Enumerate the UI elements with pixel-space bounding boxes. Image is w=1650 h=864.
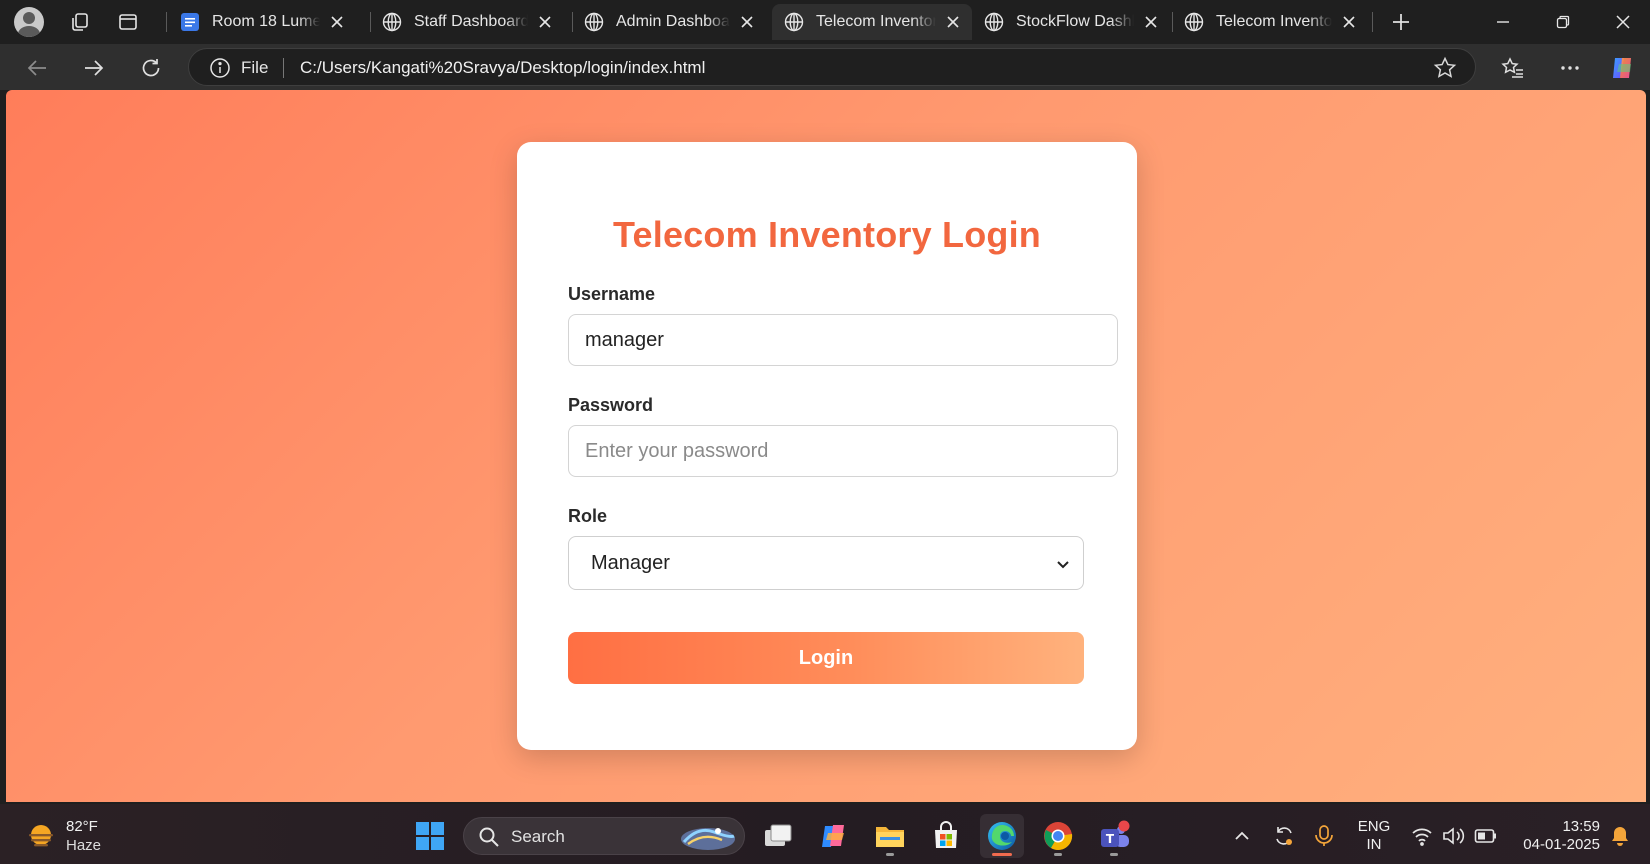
language-code: ENG (1357, 818, 1391, 835)
weather-condition: Haze (66, 837, 102, 854)
browser-tab-strip: Room 18 Lumen H Staff Dashboard Admin Da… (0, 0, 1650, 44)
chevron-down-icon (1055, 555, 1071, 571)
page-title: Telecom Inventory Login (613, 214, 1041, 255)
close-icon[interactable] (536, 13, 554, 31)
login-card: Telecom Inventory Login Username manager… (517, 142, 1137, 750)
edge-browser-icon[interactable] (980, 814, 1024, 858)
site-info-label[interactable]: File (241, 58, 268, 78)
browser-tab[interactable]: Telecom Inventory (1172, 4, 1368, 40)
windows-start-icon[interactable] (408, 814, 452, 858)
copilot-app-icon[interactable] (812, 814, 856, 858)
browser-toolbar: File C:/Users/Kangati%20Sravya/Desktop/l… (0, 44, 1650, 90)
close-icon[interactable] (944, 13, 962, 31)
copilot-icon[interactable] (1608, 53, 1638, 83)
search-icon (478, 826, 500, 848)
globe-icon (984, 12, 1004, 32)
show-hidden-icons-chevron-icon[interactable] (1220, 814, 1264, 858)
tab-separator (166, 12, 167, 32)
page-viewport: Telecom Inventory Login Username manager… (6, 90, 1646, 802)
tab-title: Room 18 Lumen H (212, 13, 320, 30)
tab-title: Admin Dashboard (616, 13, 730, 30)
address-divider (283, 58, 284, 78)
globe-icon (1184, 12, 1204, 32)
favorite-star-icon[interactable] (1433, 56, 1457, 80)
role-select-value: Manager (591, 551, 670, 574)
chrome-browser-icon[interactable] (1036, 814, 1080, 858)
tab-separator (1372, 12, 1373, 32)
tab-title: StockFlow Dashboard (1016, 13, 1134, 30)
back-arrow-icon[interactable] (22, 53, 52, 83)
more-options-icon[interactable] (1555, 53, 1585, 83)
microphone-icon[interactable] (1302, 814, 1346, 858)
browser-tab[interactable]: StockFlow Dashboard (972, 4, 1170, 40)
taskbar-search[interactable]: Search (463, 817, 745, 855)
input-language-indicator[interactable]: ENG IN (1352, 818, 1396, 854)
notification-bell-icon[interactable] (1598, 814, 1642, 858)
active-app-indicator (992, 853, 1012, 856)
search-placeholder: Search (511, 827, 565, 846)
favorites-icon[interactable] (1498, 53, 1528, 83)
minimize-icon[interactable] (1480, 6, 1526, 38)
role-select[interactable]: Manager (568, 536, 1084, 590)
browser-tab[interactable]: Room 18 Lumen H (168, 4, 356, 40)
login-button[interactable]: Login (568, 632, 1084, 684)
address-bar[interactable]: File C:/Users/Kangati%20Sravya/Desktop/l… (188, 48, 1476, 86)
windows-taskbar: 82°F Haze Search T ENG IN 13:59 04-01-20… (0, 804, 1650, 864)
clock[interactable]: 13:59 04-01-2025 (1508, 818, 1600, 854)
region-code: IN (1366, 836, 1382, 853)
battery-icon[interactable] (1464, 814, 1508, 858)
microsoft-store-icon[interactable] (924, 814, 968, 858)
sync-icon[interactable] (1262, 814, 1306, 858)
teams-icon[interactable]: T (1092, 814, 1136, 858)
globe-icon (584, 12, 604, 32)
close-icon[interactable] (1142, 13, 1160, 31)
svg-text:T: T (1106, 832, 1115, 846)
username-input[interactable]: manager (568, 314, 1118, 366)
clock-date: 04-01-2025 (1523, 836, 1600, 853)
search-highlight-icon (678, 822, 738, 852)
globe-icon (784, 12, 804, 32)
running-indicator (1054, 853, 1062, 856)
window-close-icon[interactable] (1600, 6, 1646, 38)
new-tab-plus-icon[interactable] (1387, 8, 1415, 36)
restore-icon[interactable] (1540, 6, 1586, 38)
profile-avatar-icon[interactable] (14, 7, 44, 37)
password-input[interactable]: Enter your password (568, 425, 1118, 477)
document-icon (180, 12, 200, 32)
haze-weather-icon (26, 822, 56, 852)
browser-tab[interactable]: Admin Dashboard (572, 4, 766, 40)
browser-tab-active[interactable]: Telecom Inventory (772, 4, 972, 40)
role-label: Role (568, 506, 608, 526)
running-indicator (1110, 853, 1118, 856)
weather-widget[interactable]: 82°F Haze (24, 816, 144, 856)
running-indicator (886, 853, 894, 856)
task-view-icon[interactable] (756, 814, 800, 858)
forward-arrow-icon[interactable] (79, 53, 109, 83)
tab-title: Telecom Inventory (816, 13, 936, 30)
browser-tab[interactable]: Staff Dashboard (370, 4, 564, 40)
tab-actions-icon[interactable] (114, 8, 142, 36)
file-explorer-icon[interactable] (868, 814, 912, 858)
close-icon[interactable] (328, 13, 346, 31)
username-label: Username (568, 284, 656, 304)
globe-icon (382, 12, 402, 32)
password-label: Password (568, 395, 654, 415)
url-text[interactable]: C:/Users/Kangati%20Sravya/Desktop/login/… (300, 58, 705, 78)
close-icon[interactable] (1340, 13, 1358, 31)
clock-time: 13:59 (1562, 818, 1600, 835)
workspaces-icon[interactable] (66, 8, 94, 36)
close-icon[interactable] (738, 13, 756, 31)
tab-title: Staff Dashboard (414, 13, 528, 30)
tab-title: Telecom Inventory (1216, 13, 1332, 30)
info-icon[interactable] (209, 57, 231, 79)
refresh-icon[interactable] (136, 53, 166, 83)
weather-temperature: 82°F (66, 818, 98, 835)
